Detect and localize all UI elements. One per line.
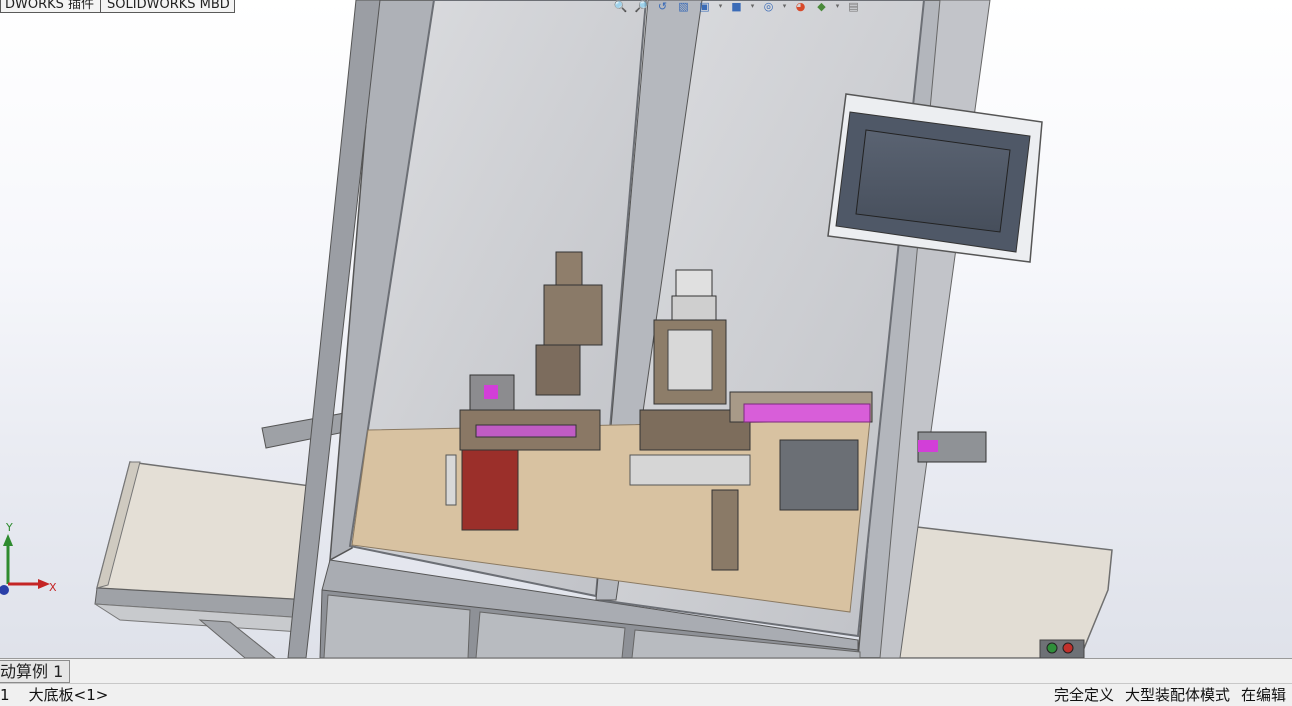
tab-motion-study-1[interactable]: 动算例 1 <box>0 660 71 683</box>
heads-up-view-toolbar: 🔍 🔎 ↺ ▧ ▣ ▾ ■ ▾ ◎ ▾ ◕ ◆ ▾ ▤ <box>612 0 862 12</box>
edit-appearance-icon[interactable]: ◕ <box>792 0 809 12</box>
reference-triad: Y X <box>0 521 57 595</box>
status-bar: 1 大底板<1> 完全定义 大型装配体模式 在编辑 <box>0 683 1292 706</box>
hide-show-items-icon[interactable]: ◎ <box>760 0 777 12</box>
assembly-model[interactable] <box>0 0 1292 658</box>
view-orientation-icon[interactable]: ▣ <box>696 0 713 12</box>
zoom-to-fit-icon[interactable]: 🔍 <box>612 0 629 12</box>
chevron-down-icon[interactable]: ▾ <box>834 0 841 12</box>
view-settings-icon[interactable]: ▤ <box>845 0 862 12</box>
model-tabs-bar: 动算例 1 <box>0 658 1292 683</box>
tab-solidworks-addins[interactable]: DWORKS 插件 <box>1 0 98 11</box>
tab-solidworks-mbd[interactable]: SOLIDWORKS MBD <box>103 0 234 11</box>
left-side-table <box>94 461 319 658</box>
status-selected-part: 大底板<1> <box>28 686 109 704</box>
status-definition: 完全定义 <box>1053 686 1114 704</box>
display-style-icon[interactable]: ■ <box>728 0 745 12</box>
command-manager-tabs: DWORKS 插件 SOLIDWORKS MBD <box>0 0 235 13</box>
apply-scene-icon[interactable]: ◆ <box>813 0 830 12</box>
triad-y-label: Y <box>5 521 13 534</box>
status-editing[interactable]: 在编辑 <box>1241 684 1286 706</box>
graphics-viewport[interactable]: DWORKS 插件 SOLIDWORKS MBD 🔍 🔎 ↺ ▧ ▣ ▾ ■ ▾ … <box>0 0 1292 658</box>
triad-x-label: X <box>49 581 57 594</box>
chevron-down-icon[interactable]: ▾ <box>749 0 756 12</box>
previous-view-icon[interactable]: ↺ <box>654 0 671 12</box>
chevron-down-icon[interactable]: ▾ <box>717 0 724 12</box>
section-view-icon[interactable]: ▧ <box>675 0 692 12</box>
chevron-down-icon[interactable]: ▾ <box>781 0 788 12</box>
status-mode[interactable]: 大型装配体模式 <box>1125 684 1230 706</box>
right-side-table <box>889 524 1113 658</box>
zoom-area-icon[interactable]: 🔎 <box>633 0 650 12</box>
hmi-touch-panel <box>827 93 1043 263</box>
status-index: 1 <box>0 686 10 704</box>
